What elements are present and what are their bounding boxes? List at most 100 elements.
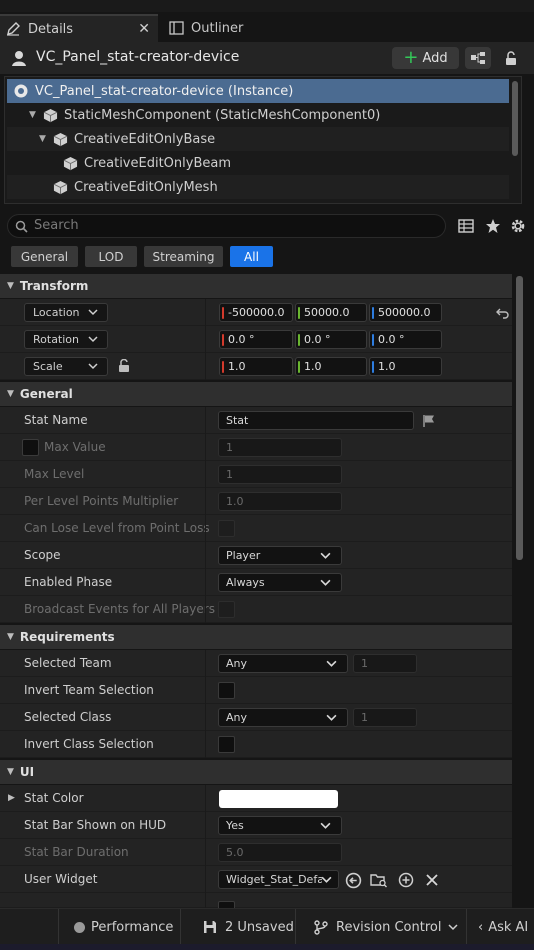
scale-x-field[interactable]: 1.0 [219, 357, 293, 376]
max-value-checkbox[interactable] [22, 439, 39, 456]
close-icon[interactable]: ✕ [138, 21, 150, 37]
stat-bar-shown-value: Yes [226, 819, 244, 832]
scope-dropdown[interactable]: Player [218, 546, 342, 565]
details-scrollbar[interactable] [516, 276, 523, 560]
can-lose-label: Can Lose Level from Point Loss [24, 521, 210, 535]
collapse-arrow-icon: ▼ [7, 281, 14, 291]
column-divider [205, 704, 206, 731]
can-lose-checkbox[interactable] [218, 520, 235, 537]
expand-arrow-icon[interactable]: ▼ [39, 134, 49, 144]
tree-item-label: StaticMeshComponent (StaticMeshComponent… [64, 107, 381, 123]
stat-bar-shown-dropdown[interactable]: Yes [218, 816, 342, 835]
stat-color-label: Stat Color [24, 791, 84, 805]
unlock-icon[interactable] [118, 359, 131, 373]
expand-arrow-icon[interactable]: ▶ [8, 793, 15, 803]
scale-y-field[interactable]: 1.0 [295, 357, 367, 376]
column-divider [205, 596, 206, 623]
selected-class-index-field[interactable]: 1 [353, 708, 417, 727]
column-divider [205, 407, 206, 434]
performance-button[interactable]: Performance [74, 909, 173, 945]
unsaved-button[interactable]: 2 Unsaved [203, 909, 294, 945]
scale-z-field[interactable]: 1.0 [369, 357, 442, 376]
browse-folder-icon[interactable] [370, 872, 388, 888]
row-enabled-phase: Enabled Phase Always [0, 569, 512, 596]
selected-team-index-field[interactable]: 1 [353, 654, 417, 673]
user-widget-value: Widget_Stat_Defa [226, 873, 322, 886]
invert-team-checkbox[interactable] [218, 682, 235, 699]
tab-outliner[interactable]: Outliner [160, 14, 330, 42]
row-scope: Scope Player [0, 542, 512, 569]
revision-control-button[interactable]: Revision Control [314, 909, 458, 945]
location-dropdown[interactable]: Location [24, 303, 108, 322]
rotation-z-field[interactable]: 0.0 ° [369, 330, 442, 349]
gear-icon[interactable] [510, 218, 526, 234]
location-x-field[interactable]: -500000.0 [219, 303, 293, 322]
max-level-field[interactable]: 1 [218, 465, 342, 484]
filter-all[interactable]: All [230, 246, 273, 267]
cube-icon [53, 132, 68, 146]
scale-dropdown[interactable]: Scale [24, 357, 108, 376]
reset-arrow-icon[interactable] [496, 307, 509, 319]
stat-bar-shown-label: Stat Bar Shown on HUD [24, 818, 167, 832]
row-user-widget: User Widget Widget_Stat_Defa [0, 866, 512, 893]
row-invert-team: Invert Team Selection [0, 677, 512, 704]
stat-color-swatch[interactable] [219, 790, 338, 808]
tree-item-instance[interactable]: VC_Panel_stat-creator-device (Instance) [7, 79, 509, 103]
expand-arrow-icon[interactable]: ▼ [29, 110, 39, 120]
location-z-field[interactable]: 500000.0 [369, 303, 442, 322]
search-input[interactable] [34, 218, 434, 233]
stat-bar-duration-field[interactable]: 5.0 [218, 843, 342, 862]
chevron-down-icon [88, 309, 98, 316]
section-general[interactable]: ▼ General [0, 382, 512, 406]
section-transform[interactable]: ▼ Transform [0, 274, 512, 298]
per-level-field[interactable]: 1.0 [218, 492, 342, 511]
cube-icon [43, 108, 58, 122]
column-divider [205, 569, 206, 596]
tree-item-mesh[interactable]: CreativeEditOnlyMesh [7, 175, 509, 199]
location-y-field[interactable]: 50000.0 [295, 303, 367, 322]
tree-item-beam[interactable]: CreativeEditOnlyBeam [7, 151, 509, 175]
selected-class-dropdown[interactable]: Any [218, 708, 348, 727]
add-circle-icon[interactable] [398, 872, 414, 888]
enabled-phase-dropdown[interactable]: Always [218, 573, 342, 592]
invert-class-checkbox[interactable] [218, 736, 235, 753]
lock-button[interactable] [498, 47, 524, 69]
use-selected-icon[interactable] [345, 872, 362, 889]
row-per-level-multiplier: Per Level Points Multiplier 1.0 [0, 488, 512, 515]
tree-item-base[interactable]: ▼ CreativeEditOnlyBase [7, 127, 509, 151]
broadcast-checkbox[interactable] [218, 601, 235, 618]
row-stat-bar-shown: Stat Bar Shown on HUD Yes [0, 812, 512, 839]
column-divider [205, 461, 206, 488]
selected-class-label: Selected Class [24, 710, 112, 724]
rotation-y-field[interactable]: 0.0 ° [295, 330, 367, 349]
save-disk-icon [204, 921, 216, 933]
flag-icon[interactable] [422, 414, 436, 428]
search-box[interactable] [7, 214, 446, 238]
section-requirements[interactable]: ▼ Requirements [0, 625, 512, 649]
filter-streaming[interactable]: Streaming [144, 246, 223, 267]
star-icon[interactable] [485, 218, 501, 234]
table-view-icon[interactable] [458, 218, 474, 234]
row-stat-name: Stat Name Stat [0, 407, 512, 434]
tree-scrollbar[interactable] [512, 81, 518, 156]
enabled-phase-label: Enabled Phase [24, 575, 113, 589]
tab-details[interactable]: Details ✕ [0, 14, 158, 42]
user-widget-dropdown[interactable]: Widget_Stat_Defa [218, 870, 339, 889]
max-level-label: Max Level [24, 467, 85, 481]
selected-team-dropdown[interactable]: Any [218, 654, 348, 673]
filter-lod[interactable]: LOD [85, 246, 137, 267]
rotation-dropdown[interactable]: Rotation [24, 330, 108, 349]
stat-name-field[interactable]: Stat [218, 411, 414, 430]
chevron-down-icon [326, 714, 337, 721]
tree-item-staticmesh[interactable]: ▼ StaticMeshComponent (StaticMeshCompone… [7, 103, 509, 127]
clear-x-icon[interactable] [425, 873, 439, 887]
rotation-x-field[interactable]: 0.0 ° [219, 330, 293, 349]
cube-icon [63, 156, 78, 170]
max-value-field[interactable]: 1 [218, 438, 342, 457]
tree-item-label: CreativeEditOnlyBase [74, 131, 216, 147]
filter-general[interactable]: General [11, 246, 78, 267]
section-ui[interactable]: ▼ UI [0, 760, 512, 784]
add-component-button[interactable]: + Add [392, 47, 459, 69]
blueprint-button[interactable] [465, 47, 491, 69]
ask-ai-button[interactable]: ‹ Ask AI [478, 909, 528, 945]
